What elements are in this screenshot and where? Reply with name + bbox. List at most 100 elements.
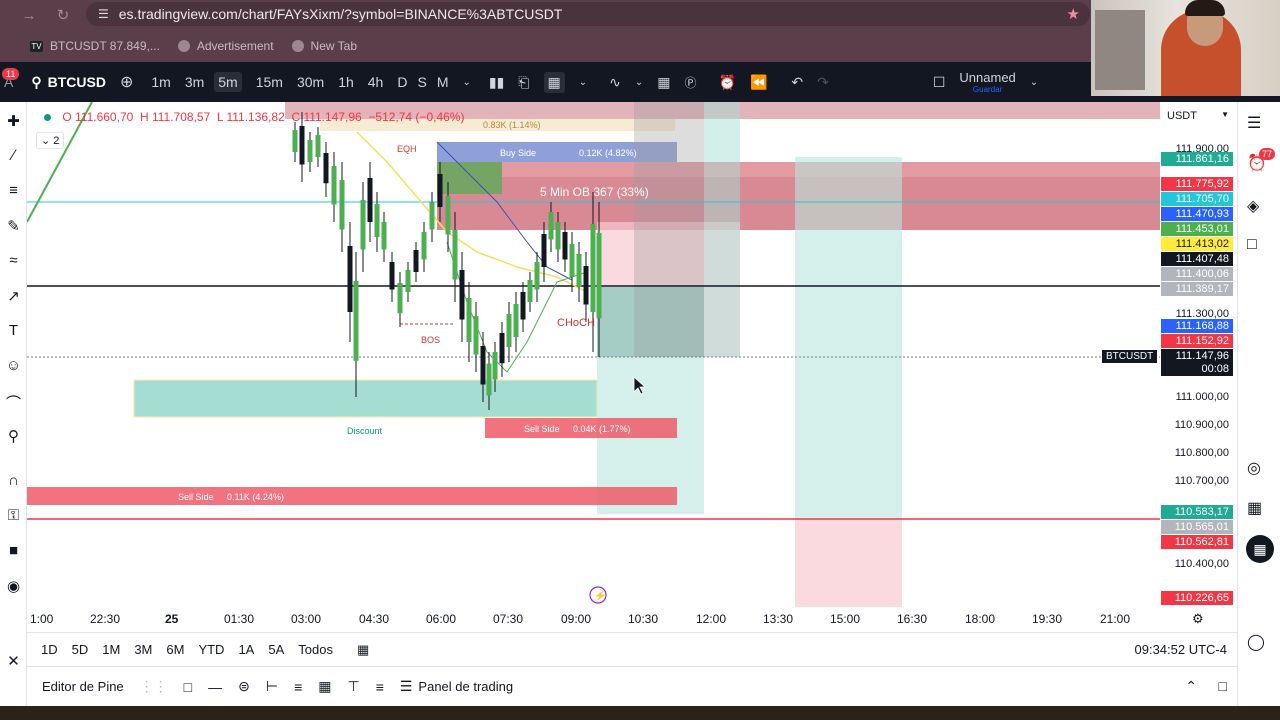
price-chart[interactable]: 0.83K (1.14%) Buy Side 0.12K (4.82%) EQH…: [27, 102, 1237, 632]
interval-1m[interactable]: 1m: [151, 74, 170, 90]
pine-editor-tab[interactable]: Editor de Pine: [42, 679, 124, 694]
currency-selector[interactable]: USDT ▼: [1167, 110, 1229, 122]
visibility-icon[interactable]: ◉: [0, 577, 27, 595]
add-symbol-icon[interactable]: ⊕: [120, 72, 133, 92]
interval-1h[interactable]: 1h: [338, 74, 354, 90]
pattern-icon[interactable]: ≈: [0, 252, 27, 269]
candle-body: [367, 178, 373, 222]
indicator-count-toggle[interactable]: ⌄ 2: [36, 132, 65, 149]
interval-5m[interactable]: 5m: [214, 72, 242, 92]
range-5a[interactable]: 5A: [268, 642, 284, 657]
emoji-icon[interactable]: ☺: [0, 357, 27, 374]
interval-m[interactable]: M: [437, 74, 449, 90]
candle-body: [499, 333, 505, 364]
layout-dropdown-icon[interactable]: ⌄: [1030, 77, 1038, 88]
range-3m[interactable]: 3M: [134, 642, 152, 657]
crosshair-icon[interactable]: ✚: [0, 112, 27, 130]
interval-30m[interactable]: 30m: [297, 74, 324, 90]
chart-clock[interactable]: 09:34:52 UTC-4: [1135, 642, 1228, 657]
range-5d[interactable]: 5D: [72, 642, 89, 657]
reload-icon[interactable]: ↻: [48, 6, 78, 24]
collapse-up-icon[interactable]: ⌃: [1185, 678, 1197, 695]
grid-tool-icon[interactable]: ▦: [318, 678, 331, 695]
price-axis-label: 110.900,00: [1174, 419, 1229, 431]
lock-icon[interactable]: Ⓟ: [684, 74, 696, 91]
ohlc-low: L 111.136,82: [216, 110, 285, 124]
magnet-icon[interactable]: ∩: [0, 472, 27, 489]
time-axis-label: 06:00: [426, 612, 457, 626]
date-range-icon[interactable]: ▦: [357, 642, 369, 658]
replay-icon[interactable]: ⏪: [750, 74, 767, 91]
interval-4h[interactable]: 4h: [368, 74, 384, 90]
zoom-icon[interactable]: ⚲: [0, 427, 27, 445]
range-1m[interactable]: 1M: [102, 642, 120, 657]
calendar-icon[interactable]: ▦: [1247, 498, 1262, 518]
indicators-icon[interactable]: ∿: [609, 74, 621, 91]
layers-icon[interactable]: ◈: [1247, 196, 1259, 216]
list-tool-icon[interactable]: ☰: [400, 678, 413, 695]
help-icon[interactable]: ◯: [1247, 632, 1265, 652]
rectangle-tool-icon[interactable]: □: [184, 679, 192, 695]
tab-new-tab[interactable]: New Tab: [291, 39, 357, 53]
templates-icon[interactable]: ▦: [657, 74, 670, 91]
symbol-search[interactable]: ⚲ BTCUSD: [31, 74, 106, 91]
bar-style-icon[interactable]: ▮▮: [489, 74, 504, 91]
fork-tool-icon[interactable]: ⊢: [266, 678, 278, 695]
redo-icon[interactable]: ↷: [817, 74, 829, 91]
webcam-person-hair: [1185, 0, 1225, 16]
compare-icon[interactable]: ⎗: [518, 74, 529, 91]
drag-handle-icon[interactable]: ⋮⋮: [140, 678, 168, 695]
indicators-dropdown-icon[interactable]: ⌄: [635, 77, 643, 88]
interval-s[interactable]: S: [417, 74, 426, 90]
bookmark-star-icon[interactable]: ★: [1067, 5, 1080, 23]
chat-icon[interactable]: □: [1247, 236, 1257, 254]
candle-body: [429, 202, 435, 230]
candles-icon[interactable]: ▦: [543, 71, 565, 93]
site-settings-icon[interactable]: ☰: [98, 7, 109, 21]
maximize-panel-icon[interactable]: □: [1219, 678, 1227, 694]
candle-body: [534, 262, 540, 290]
ray-tool-icon[interactable]: ⊜: [238, 678, 250, 695]
currency-dropdown-icon: ▼: [1221, 110, 1229, 119]
chart-area[interactable]: 0.83K (1.14%) Buy Side 0.12K (4.82%) EQH…: [27, 102, 1237, 632]
watchlist-icon[interactable]: ☰: [1247, 113, 1261, 133]
range-1a[interactable]: 1A: [238, 642, 254, 657]
channel-tool-icon[interactable]: ≡: [294, 679, 302, 695]
layout-name-button[interactable]: Unnamed Guardar: [959, 70, 1015, 94]
url-field[interactable]: ☰ es.tradingview.com/chart/FAYsXixm/?sym…: [86, 2, 1090, 26]
price-axis-label: 111.453,01: [1161, 222, 1233, 236]
interval-dropdown-icon[interactable]: ⌄: [462, 77, 470, 88]
forward-icon[interactable]: →: [14, 7, 44, 24]
trash-icon[interactable]: ✕: [0, 652, 27, 670]
interval-d[interactable]: D: [397, 74, 407, 90]
range-6m[interactable]: 6M: [166, 642, 184, 657]
layout-checkbox-icon[interactable]: ☐: [933, 74, 946, 91]
trendline-icon[interactable]: ∕: [0, 147, 27, 164]
line-tool-icon[interactable]: —: [208, 679, 222, 695]
interval-3m[interactable]: 3m: [185, 74, 204, 90]
candle-body: [466, 298, 472, 342]
target-icon[interactable]: ◎: [1247, 458, 1261, 478]
fib-icon[interactable]: ≡: [0, 182, 27, 199]
range-all[interactable]: Todos: [298, 642, 333, 657]
axis-settings-icon[interactable]: ⚙: [1192, 611, 1204, 627]
measure-tool-icon[interactable]: ⊤: [347, 678, 359, 695]
tab-btcusdt[interactable]: TV BTCUSDT 87.849,...: [30, 39, 160, 53]
chart-type-dropdown-icon[interactable]: ⌄: [579, 77, 587, 88]
alert-icon[interactable]: ⏰: [719, 74, 736, 91]
range-ytd[interactable]: YTD: [198, 642, 224, 657]
lock-all-icon[interactable]: ■: [0, 542, 27, 559]
undo-icon[interactable]: ↶: [791, 74, 803, 91]
apps-icon[interactable]: ▦: [1246, 535, 1274, 563]
interval-15m[interactable]: 15m: [256, 74, 283, 90]
lock-drawings-icon[interactable]: ⚿: [0, 507, 27, 524]
prediction-icon[interactable]: ↗: [0, 287, 27, 305]
tab-advertisement[interactable]: Advertisement: [177, 39, 274, 53]
webcam-overlay: [1091, 0, 1280, 96]
range-1d[interactable]: 1D: [41, 642, 58, 657]
brush-icon[interactable]: ✎: [0, 217, 27, 235]
text-icon[interactable]: T: [0, 322, 27, 339]
fib-tool-icon[interactable]: ≡: [376, 679, 384, 695]
ruler-icon[interactable]: ⌒: [0, 392, 27, 413]
trading-panel-tab[interactable]: Panel de trading: [418, 679, 513, 694]
